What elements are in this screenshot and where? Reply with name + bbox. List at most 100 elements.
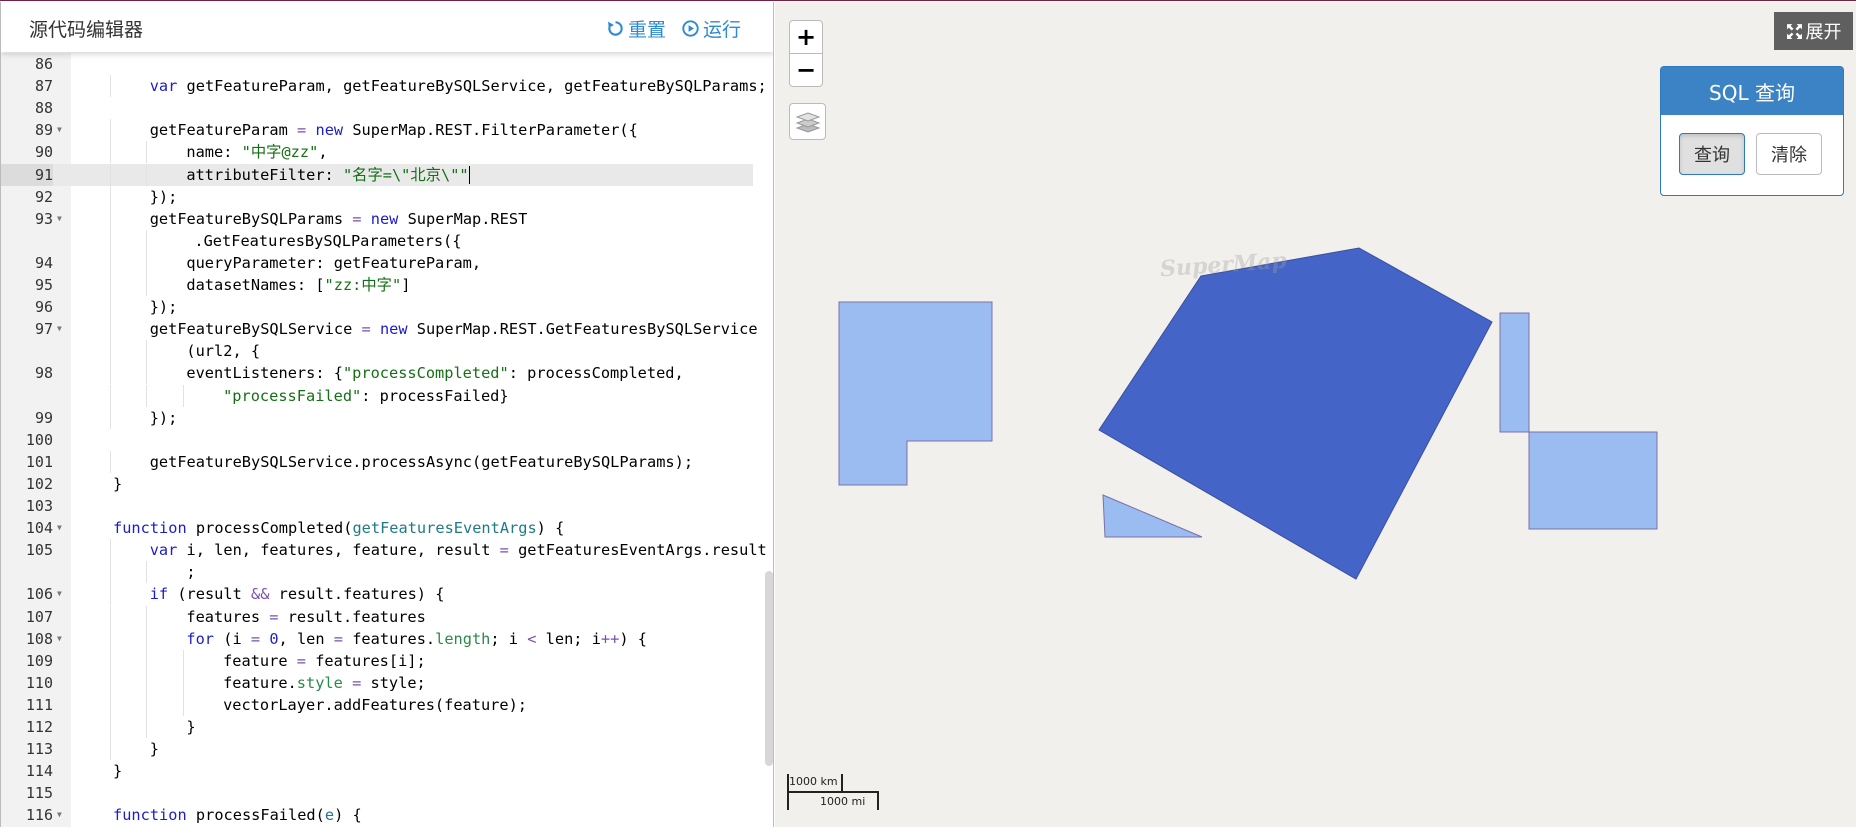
fold-arrow-icon[interactable]: ▼ <box>57 628 62 650</box>
fold-arrow-icon[interactable]: ▼ <box>57 583 62 605</box>
code-token: var <box>149 77 178 96</box>
run-button[interactable]: 运行 <box>682 15 741 42</box>
fold-arrow-icon[interactable]: ▼ <box>57 517 62 539</box>
feature-polygon-west[interactable] <box>838 301 993 486</box>
code-token: = <box>333 629 344 648</box>
fold-arrow-icon[interactable]: ▼ <box>57 119 62 141</box>
editor-scrollbar[interactable] <box>765 571 773 766</box>
code-text: for (i = 0, len = features.length; i < l… <box>186 628 647 650</box>
code-text: "processFailed": processFailed} <box>223 385 509 407</box>
code-line[interactable]: 98 eventListeners: {"processCompleted": p… <box>1 362 753 385</box>
code-line[interactable]: 100 <box>1 429 753 451</box>
code-line[interactable]: 95 datasetNames: ["zz:中字"] <box>1 274 753 296</box>
scale-mi-label: 1000 mi <box>820 795 866 808</box>
code-line[interactable]: ; <box>1 561 753 584</box>
indent-guide <box>109 340 111 363</box>
code-token: ++ <box>600 629 620 648</box>
query-button[interactable]: 查询 <box>1679 133 1745 175</box>
code-line[interactable]: 91 attributeFilter: "名字=\"北京\"" <box>1 163 753 186</box>
code-token: if <box>149 585 169 604</box>
run-label: 运行 <box>703 19 742 41</box>
code-token: style; <box>361 673 426 692</box>
code-line[interactable]: 97 ▼ getFeatureBySQLService = new SuperMap… <box>1 318 758 341</box>
feature-polygon-triangle[interactable] <box>1102 494 1203 538</box>
line-number: 113 <box>25 740 53 759</box>
indent-guide <box>146 163 148 186</box>
indent-guide <box>109 229 111 252</box>
code-line[interactable]: 111 vectorLayer.addFeatures(feature); <box>1 693 753 716</box>
code-line[interactable]: 86 <box>1 53 753 75</box>
zoom-in-button[interactable]: + <box>789 20 823 54</box>
indent-guide <box>146 605 148 628</box>
code-line[interactable]: 110 feature.style = style; <box>1 671 753 694</box>
code-line[interactable]: 87 var getFeatureParam, getFeatureBySQLSe… <box>1 75 767 98</box>
code-line[interactable]: 89 ▼ getFeatureParam = new SuperMap.REST.F… <box>1 119 753 142</box>
expand-label: 展开 <box>1805 22 1842 43</box>
feature-polygon-east[interactable] <box>1499 312 1658 530</box>
code-text: eventListeners: {"processCompleted": pro… <box>186 362 683 384</box>
code-line[interactable]: 105 var i, len, features, feature, result… <box>1 539 767 562</box>
indent-guide <box>109 693 111 716</box>
indent-guide <box>109 274 111 296</box>
code-line[interactable]: 115 <box>1 782 753 804</box>
code-line[interactable]: 116 ▼ function processFailed(e) { <box>1 804 753 826</box>
zoom-out-button[interactable]: − <box>789 53 823 87</box>
reset-label: 重置 <box>628 19 667 41</box>
indent-guide <box>146 649 148 672</box>
code-line[interactable]: 108 ▼ for (i = 0, len = features.length; i… <box>1 627 753 650</box>
expand-button[interactable]: 展开 <box>1774 12 1853 50</box>
code-line[interactable]: 96}); <box>1 296 753 319</box>
line-number <box>1 385 53 407</box>
code-token: ] <box>401 276 411 294</box>
code-line[interactable]: "processFailed": processFailed} <box>1 384 753 407</box>
code-line[interactable]: 99}); <box>1 406 753 429</box>
code-line[interactable]: 104 ▼ function processCompleted(getFeature… <box>1 517 753 539</box>
code-line[interactable]: 109 feature = features[i]; <box>1 649 753 672</box>
code-line[interactable]: (url2, { <box>1 340 753 363</box>
code-line[interactable]: 112} <box>1 716 753 738</box>
code-line[interactable]: 103 <box>1 495 753 517</box>
code-line[interactable]: 114} <box>1 760 753 782</box>
code-line[interactable]: 93 ▼ getFeatureBySQLParams = new SuperMap.… <box>1 207 753 230</box>
code-token: } <box>113 762 123 781</box>
code-line[interactable]: 101 getFeatureBySQLService.processAsync(g… <box>1 450 753 473</box>
line-number <box>1 230 53 252</box>
code-token: = <box>352 673 362 692</box>
code-token: length <box>435 629 491 648</box>
code-token: "名字=\"北京\"" <box>342 165 469 184</box>
code-line[interactable]: 88 <box>1 97 753 119</box>
indent-guide <box>109 406 111 429</box>
code-line[interactable]: 94 queryParameter: getFeatureParam, <box>1 251 753 274</box>
code-text: function processCompleted(getFeaturesEve… <box>113 517 564 539</box>
code-token: getFeaturesEventArgs <box>352 519 537 538</box>
code-token: processFailed( <box>186 806 325 825</box>
indent-guide <box>146 384 148 407</box>
line-number: 98 <box>34 364 53 383</box>
code-text: var i, len, features, feature, result = … <box>150 539 767 561</box>
layers-button[interactable] <box>789 103 826 140</box>
code-line[interactable]: 102} <box>1 473 753 495</box>
fold-arrow-icon[interactable]: ▼ <box>57 208 62 230</box>
editor-header: 源代码编辑器 重置 运行 <box>1 2 773 52</box>
fold-arrow-icon[interactable]: ▼ <box>57 318 62 340</box>
line-number: 106 <box>25 585 53 604</box>
map-view[interactable]: SuperMap + − 展开 SQL 查询 查询 清除 1000 km 100… <box>775 2 1856 827</box>
clear-button[interactable]: 清除 <box>1756 133 1822 175</box>
code-area[interactable]: 86 87 var getFeatureParam, getFeatureBySQL… <box>1 53 773 827</box>
code-line[interactable]: 107 features = result.features <box>1 605 753 628</box>
indent-guide <box>109 738 111 761</box>
reset-button[interactable]: 重置 <box>607 15 666 42</box>
code-line[interactable]: 92}); <box>1 185 753 208</box>
code-line[interactable]: 113} <box>1 738 753 761</box>
code-line[interactable]: .GetFeaturesBySQLParameters({ <box>1 229 753 252</box>
line-number <box>1 340 53 362</box>
code-token: = <box>296 651 306 670</box>
code-line[interactable]: 106 ▼ if (result && result.features) { <box>1 583 753 606</box>
code-line[interactable]: 90 name: "中字@zz", <box>1 141 753 164</box>
indent-guide <box>109 251 111 274</box>
editor-title: 源代码编辑器 <box>29 19 144 41</box>
code-token: .GetFeaturesBySQLParameters({ <box>194 231 462 250</box>
code-token: feature <box>223 651 297 670</box>
fold-arrow-icon[interactable]: ▼ <box>57 804 62 826</box>
